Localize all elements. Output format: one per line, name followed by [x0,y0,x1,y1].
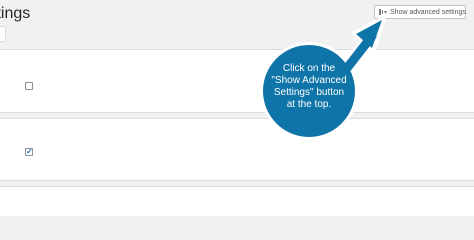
callout-arrow-head-outline [352,16,386,52]
settings-card [0,118,474,181]
show-advanced-settings-button[interactable]: ▾ Show advanced settings [374,5,466,19]
settings-card [0,186,474,216]
callout-arrow-head [356,20,382,48]
page-title: ttings [0,5,31,22]
setting-checkbox[interactable] [25,82,33,90]
settings-card [0,49,474,113]
chevron-down-icon: ▾ [384,9,388,16]
grid-icon [379,9,383,15]
tab-stub[interactable] [0,26,6,42]
show-advanced-settings-label: Show advanced settings [390,8,466,16]
setting-checkbox-checked[interactable]: ✓ [25,147,33,156]
checkmark-icon: ✓ [26,147,33,156]
